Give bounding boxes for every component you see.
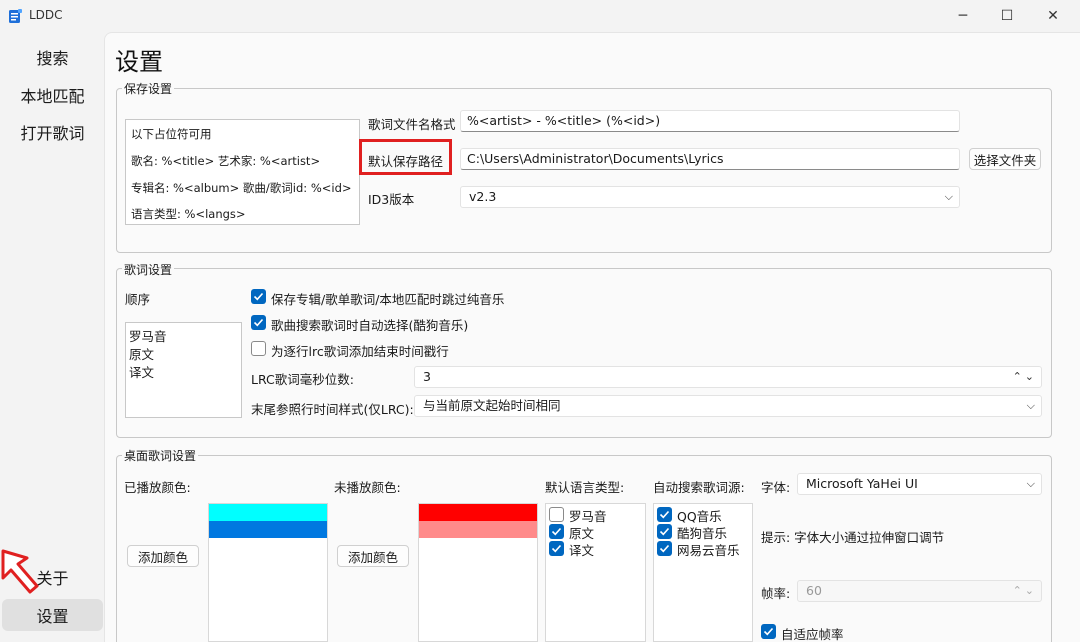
last-line-style-value: 与当前原文起始时间相同 bbox=[423, 398, 561, 413]
source-label: 网易云音乐 bbox=[677, 543, 740, 558]
check-icon bbox=[659, 544, 670, 553]
color-swatch[interactable] bbox=[209, 504, 327, 521]
id3-version-label: ID3版本 bbox=[368, 192, 415, 207]
page-title: 设置 bbox=[115, 48, 163, 76]
source-list: QQ音乐 酷狗音乐 网易云音乐 bbox=[653, 503, 753, 642]
check-icon bbox=[763, 627, 774, 636]
adaptive-fps-label: 自适应帧率 bbox=[781, 627, 844, 642]
highlight-annotation bbox=[359, 139, 452, 175]
placeholder-line: 专辑名: %<album> 歌曲/歌词id: %<id> bbox=[131, 181, 352, 195]
unplayed-color-label: 未播放颜色: bbox=[334, 480, 401, 495]
lyrics-settings-title: 歌词设置 bbox=[122, 261, 175, 278]
save-settings-title: 保存设置 bbox=[122, 80, 175, 97]
order-label: 顺序 bbox=[125, 292, 151, 307]
list-item[interactable]: 原文 bbox=[129, 344, 154, 363]
chevron-down-icon: ⌵ bbox=[1026, 477, 1035, 490]
nav-item-local-match[interactable]: 本地匹配 bbox=[2, 79, 103, 111]
color-swatch[interactable] bbox=[209, 521, 327, 538]
played-color-label: 已播放颜色: bbox=[124, 480, 191, 495]
app-title: LDDC bbox=[29, 8, 63, 22]
skip-pure-music-checkbox[interactable] bbox=[251, 289, 266, 304]
nav-item-settings[interactable]: 设置 bbox=[2, 599, 103, 631]
color-swatch[interactable] bbox=[419, 504, 537, 521]
minimize-button[interactable]: ─ bbox=[940, 0, 986, 32]
check-icon bbox=[253, 318, 264, 327]
filename-format-input[interactable]: %<artist> - %<title> (%<id>) bbox=[460, 110, 960, 132]
end-time-label: 为逐行lrc歌词添加结束时间戳行 bbox=[271, 344, 449, 359]
lang-checkbox-romaji[interactable] bbox=[549, 507, 564, 522]
check-icon bbox=[659, 527, 670, 536]
lang-checkbox-translation[interactable] bbox=[549, 541, 564, 556]
app-logo-icon bbox=[9, 9, 22, 23]
source-checkbox-qq[interactable] bbox=[657, 507, 672, 522]
close-button[interactable]: ✕ bbox=[1030, 0, 1076, 32]
fps-spinbox[interactable]: 60 ⌃⌄ bbox=[797, 580, 1042, 602]
desktop-lyrics-title: 桌面歌词设置 bbox=[122, 447, 199, 464]
color-swatch[interactable] bbox=[419, 521, 537, 538]
save-path-input[interactable]: C:\Users\Administrator\Documents\Lyrics bbox=[460, 148, 960, 170]
title-bar: LDDC ─ ☐ ✕ bbox=[0, 0, 1080, 32]
fps-label: 帧率: bbox=[761, 586, 791, 601]
maximize-button[interactable]: ☐ bbox=[984, 0, 1030, 32]
check-icon bbox=[551, 527, 562, 536]
red-arrow-annotation bbox=[1, 549, 39, 594]
default-lang-label: 默认语言类型: bbox=[545, 480, 625, 495]
lang-label: 译文 bbox=[569, 543, 595, 558]
spin-arrows-icon[interactable]: ⌃⌄ bbox=[1013, 581, 1037, 601]
add-played-color-button[interactable]: 添加颜色 bbox=[127, 545, 199, 567]
unplayed-color-list[interactable] bbox=[418, 503, 538, 642]
ms-digits-label: LRC歌词毫秒位数: bbox=[251, 372, 354, 387]
adaptive-fps-checkbox[interactable] bbox=[761, 624, 776, 639]
chevron-down-icon: ⌵ bbox=[944, 190, 953, 203]
placeholder-line: 歌名: %<title> 艺术家: %<artist> bbox=[131, 154, 321, 168]
font-label: 字体: bbox=[761, 480, 791, 495]
filename-format-label: 歌词文件名格式 bbox=[368, 117, 456, 132]
spin-arrows-icon[interactable]: ⌃⌄ bbox=[1013, 367, 1037, 387]
played-color-list[interactable] bbox=[208, 503, 328, 642]
list-item[interactable]: 译文 bbox=[129, 362, 154, 381]
nav-item-search[interactable]: 搜索 bbox=[2, 41, 103, 73]
last-line-style-label: 末尾参照行时间样式(仅LRC): bbox=[251, 402, 414, 417]
list-item[interactable]: 罗马音 bbox=[129, 326, 167, 345]
chevron-down-icon: ⌵ bbox=[1026, 399, 1035, 412]
order-list[interactable]: 罗马音 原文 译文 bbox=[125, 322, 242, 418]
last-line-style-select[interactable]: 与当前原文起始时间相同 ⌵ bbox=[414, 395, 1042, 417]
font-select[interactable]: Microsoft YaHei UI ⌵ bbox=[797, 473, 1042, 495]
lang-checkbox-original[interactable] bbox=[549, 524, 564, 539]
placeholder-info-box: 以下占位符可用 歌名: %<title> 艺术家: %<artist> 专辑名:… bbox=[125, 119, 360, 225]
font-value: Microsoft YaHei UI bbox=[806, 476, 918, 491]
end-time-checkbox[interactable] bbox=[251, 341, 266, 356]
lang-list: 罗马音 原文 译文 bbox=[545, 503, 646, 642]
auto-select-label: 歌曲搜索歌词时自动选择(酷狗音乐) bbox=[271, 318, 469, 333]
add-unplayed-color-button[interactable]: 添加颜色 bbox=[337, 545, 409, 567]
skip-pure-music-label: 保存专辑/歌单歌词/本地匹配时跳过纯音乐 bbox=[271, 292, 505, 307]
id3-version-value: v2.3 bbox=[469, 189, 497, 204]
fps-value: 60 bbox=[806, 583, 822, 598]
source-checkbox-kugou[interactable] bbox=[657, 524, 672, 539]
ms-digits-spinbox[interactable]: 3 ⌃⌄ bbox=[414, 366, 1042, 388]
placeholder-line: 语言类型: %<langs> bbox=[131, 207, 246, 221]
auto-source-label: 自动搜索歌词源: bbox=[653, 480, 745, 495]
id3-version-select[interactable]: v2.3 ⌵ bbox=[460, 186, 960, 208]
check-icon bbox=[659, 510, 670, 519]
check-icon bbox=[253, 292, 264, 301]
check-icon bbox=[551, 544, 562, 553]
source-checkbox-netease[interactable] bbox=[657, 541, 672, 556]
font-size-hint: 提示: 字体大小通过拉伸窗口调节 bbox=[761, 530, 945, 545]
auto-select-checkbox[interactable] bbox=[251, 315, 266, 330]
choose-folder-button[interactable]: 选择文件夹 bbox=[969, 148, 1041, 170]
nav-item-open-lyrics[interactable]: 打开歌词 bbox=[2, 116, 103, 148]
ms-digits-value: 3 bbox=[423, 369, 431, 384]
placeholder-header: 以下占位符可用 bbox=[131, 127, 212, 141]
